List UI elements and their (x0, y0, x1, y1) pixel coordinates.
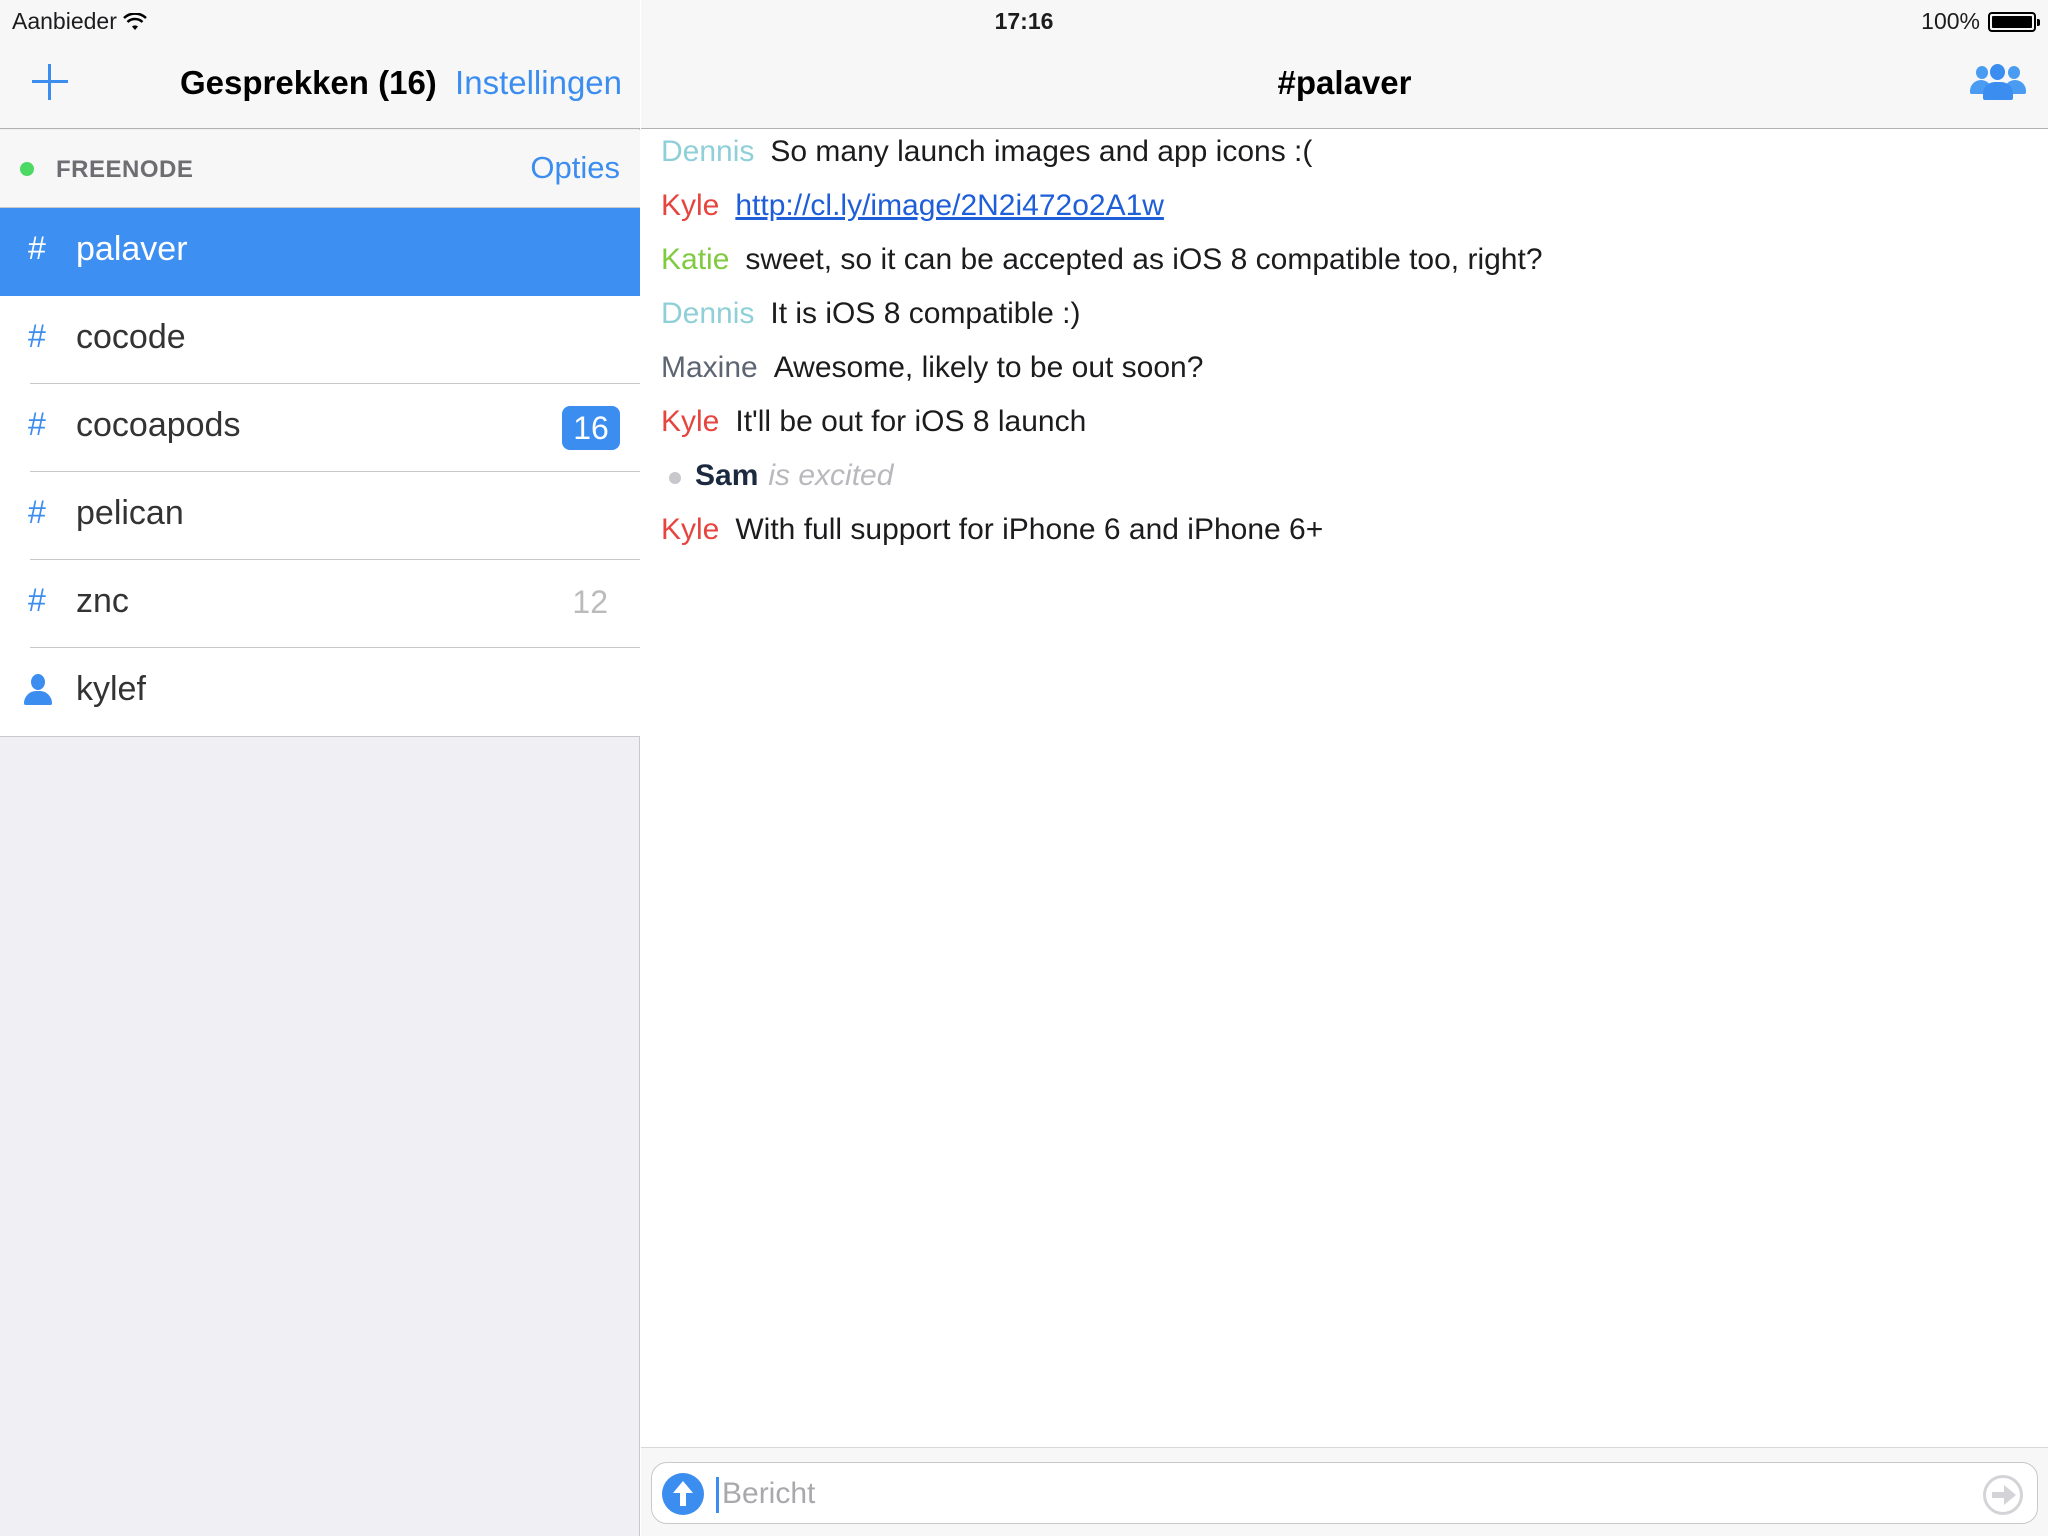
sidebar: Gesprekken (16) Instellingen FREENODE Op… (0, 0, 640, 1536)
user-icon-body (24, 691, 52, 705)
message-nick[interactable]: Katie (661, 241, 729, 279)
action-text: is excited (768, 459, 894, 492)
connection-status-dot (20, 162, 34, 176)
add-conversation-button[interactable] (28, 60, 72, 104)
message-nick[interactable]: Dennis (661, 133, 754, 171)
message-nick[interactable]: Kyle (661, 403, 719, 441)
members-button[interactable] (1970, 62, 2026, 102)
message: Maxine Awesome, likely to be out soon? (661, 349, 2031, 403)
network-header: FREENODE Opties (0, 130, 640, 208)
channel-list: # palaver # cocode # cocoapods 16 # peli… (0, 208, 640, 737)
chat-pane: #palaver Dennis So many launch images an… (641, 0, 2048, 1536)
message-nick[interactable]: Dennis (661, 295, 754, 333)
hash-icon: # (28, 406, 46, 442)
send-arrow-icon (2004, 1485, 2016, 1505)
channel-item-pelican[interactable]: # pelican (0, 472, 640, 560)
message: Dennis So many launch images and app ico… (661, 133, 2031, 187)
battery-fill (1992, 15, 2032, 28)
channel-title: #palaver (1277, 64, 1412, 101)
action-dot (669, 472, 681, 484)
battery-icon (1988, 11, 2040, 32)
message-input[interactable] (722, 1471, 1952, 1517)
hash-icon: # (28, 494, 46, 530)
hash-icon: # (28, 230, 46, 266)
message-text: So many launch images and app icons :( (770, 135, 1313, 168)
message-field-container (651, 1462, 2038, 1524)
channel-name: cocode (76, 318, 186, 356)
upload-button[interactable] (662, 1473, 704, 1515)
message: Kyle With full support for iPhone 6 and … (661, 511, 2031, 565)
message-link[interactable]: http://cl.ly/image/2N2i472o2A1w (735, 187, 1164, 225)
message-text: It'll be out for iOS 8 launch (735, 405, 1087, 438)
message-nick[interactable]: Maxine (661, 349, 758, 387)
message-list: Dennis So many launch images and app ico… (661, 133, 2031, 565)
status-time: 17:16 (994, 8, 1054, 34)
members-icon-part (1976, 66, 1988, 79)
plus-icon-stroke (48, 64, 51, 100)
channel-item-znc[interactable]: # znc 12 (0, 560, 640, 648)
message: Kyle It'll be out for iOS 8 launch (661, 403, 2031, 457)
message-nick[interactable]: Kyle (661, 511, 719, 549)
unread-count: 12 (572, 584, 608, 620)
message-text: With full support for iPhone 6 and iPhon… (735, 513, 1324, 546)
message-nick[interactable]: Kyle (661, 187, 719, 225)
text-caret (716, 1477, 719, 1513)
hash-icon: # (28, 318, 46, 354)
channel-name: pelican (76, 494, 184, 532)
message-text: Awesome, likely to be out soon? (773, 351, 1204, 384)
members-icon-part (1983, 82, 2013, 100)
message-text: sweet, so it can be accepted as iOS 8 co… (745, 243, 1543, 276)
battery-percent: 100% (1921, 8, 1980, 34)
settings-button[interactable]: Instellingen (455, 64, 622, 102)
send-button[interactable] (1983, 1475, 2023, 1515)
channel-item-cocode[interactable]: # cocode (0, 296, 640, 384)
message-input-bar (641, 1447, 2048, 1536)
battery-status: 100% (1921, 8, 2040, 35)
user-icon-head (31, 674, 45, 690)
action-nick[interactable]: Sam (695, 457, 758, 495)
user-icon (22, 674, 54, 708)
members-icon-part (2008, 66, 2020, 79)
members-icon-part (1990, 64, 2005, 80)
channel-item-palaver[interactable]: # palaver (0, 208, 640, 296)
channel-name: palaver (76, 230, 188, 268)
channel-name: znc (76, 582, 129, 620)
action-message: Sam is excited (661, 457, 2031, 511)
channel-name: kylef (76, 670, 146, 708)
upload-arrow-stem (680, 1492, 686, 1506)
network-name: FREENODE (56, 156, 194, 183)
status-bar: Aanbieder 17:16 100% (0, 0, 2048, 42)
message: Dennis It is iOS 8 compatible :) (661, 295, 2031, 349)
hash-icon: # (28, 582, 46, 618)
query-item-kylef[interactable]: kylef (0, 648, 640, 736)
message: Katie sweet, so it can be accepted as iO… (661, 241, 2031, 295)
message: Kyle http://cl.ly/image/2N2i472o2A1w (661, 187, 2031, 241)
unread-mentions-badge: 16 (562, 406, 620, 450)
channel-item-cocoapods[interactable]: # cocoapods 16 (0, 384, 640, 472)
network-options-button[interactable]: Opties (530, 150, 620, 186)
message-text: It is iOS 8 compatible :) (770, 297, 1081, 330)
sidebar-title: Gesprekken (16) (180, 64, 437, 101)
channel-name: cocoapods (76, 406, 241, 444)
